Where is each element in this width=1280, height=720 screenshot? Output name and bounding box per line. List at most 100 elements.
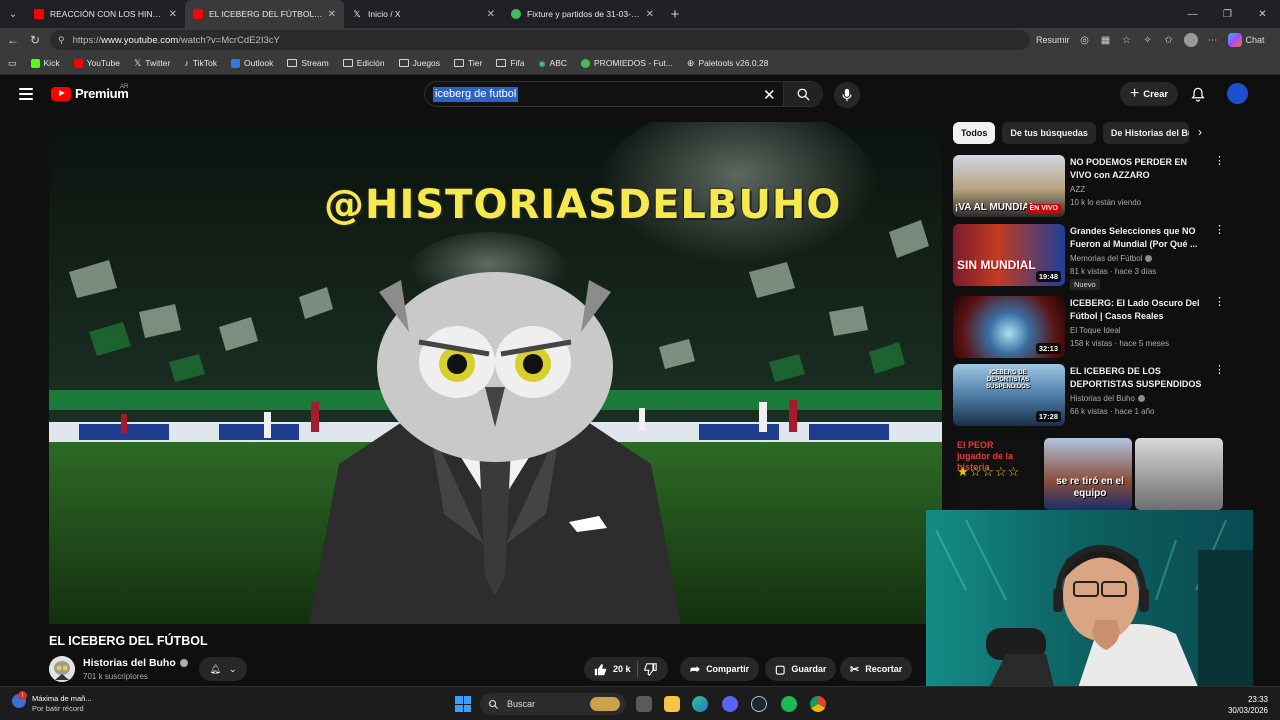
youtube-logo[interactable]: Premium bbox=[51, 86, 129, 101]
more-vert-icon[interactable]: ⋮ bbox=[1214, 365, 1225, 376]
video-thumbnail[interactable]: 32:13 bbox=[953, 296, 1065, 358]
tab-3[interactable]: 𝕏 Inicio / X ✕ bbox=[344, 0, 503, 28]
short-item[interactable] bbox=[1135, 438, 1223, 510]
recommendation-channel[interactable]: Memorias del Fútbol bbox=[1070, 254, 1153, 263]
bookmark-edicion[interactable]: Edición bbox=[342, 58, 385, 68]
back-icon[interactable]: ← bbox=[2, 28, 24, 52]
channel-avatar[interactable] bbox=[49, 656, 75, 682]
extensions-icon[interactable]: ✧ bbox=[1142, 34, 1154, 46]
more-vert-icon[interactable]: ⋮ bbox=[1214, 225, 1225, 236]
recommendation-title[interactable]: ICEBERG: El Lado Oscuro Del Fútbol | Cas… bbox=[1070, 297, 1208, 323]
system-clock[interactable]: 23:33 30/03/2026 bbox=[1228, 694, 1268, 716]
video-player[interactable]: @HISTORIASDELBUHO bbox=[49, 122, 942, 624]
file-explorer-icon[interactable] bbox=[664, 696, 680, 712]
close-window-icon[interactable]: ✕ bbox=[1245, 0, 1280, 28]
windows-start-icon[interactable] bbox=[455, 696, 471, 712]
chip-de-historias-del-buho[interactable]: De Historias del Buho bbox=[1102, 122, 1189, 144]
more-vert-icon[interactable]: ⋮ bbox=[1214, 297, 1225, 308]
recommendation-item[interactable]: SIN MUNDIAL 19:48 Grandes Selecciones qu… bbox=[953, 224, 1228, 290]
close-icon[interactable]: ✕ bbox=[328, 9, 336, 20]
summarize-icon[interactable]: ◎ bbox=[1079, 34, 1091, 46]
minimize-icon[interactable]: — bbox=[1175, 0, 1210, 28]
chrome-icon[interactable] bbox=[810, 696, 826, 712]
short-item[interactable]: El PEOR jugador de la historia ★☆☆☆☆ bbox=[953, 438, 1041, 510]
recommendation-channel[interactable]: AZZ bbox=[1070, 185, 1085, 194]
chip-todos[interactable]: Todos bbox=[953, 122, 996, 144]
spotify-icon[interactable] bbox=[781, 696, 797, 712]
notifications-bell-icon[interactable] bbox=[1189, 85, 1207, 103]
bookmark-tiktok[interactable]: ♪ TikTok bbox=[184, 58, 217, 68]
tab-4[interactable]: Fixture y partidos de 31-03-2026 d ✕ bbox=[503, 0, 662, 28]
chip-de-tus-busquedas[interactable]: De tus búsquedas bbox=[1002, 122, 1096, 144]
tab-actions-menu[interactable]: ⌄ bbox=[0, 0, 26, 28]
recommendation-item[interactable]: ICEBERG DE DEPORTISTAS SUSPENDIDOS 17:28… bbox=[953, 364, 1228, 426]
bookmark-abc[interactable]: ◉ ABC bbox=[539, 58, 567, 68]
bookmark-promiedos[interactable]: PROMIEDOS - Fut... bbox=[581, 58, 673, 68]
sidebar-toggle-icon[interactable]: ▭ bbox=[8, 58, 17, 69]
search-input[interactable]: iceberg de futbol bbox=[433, 87, 519, 102]
taskbar-search[interactable]: Buscar bbox=[480, 693, 626, 715]
more-vert-icon[interactable]: ⋮ bbox=[1214, 156, 1225, 167]
favorite-star-icon[interactable]: ☆ bbox=[1121, 34, 1133, 46]
tab-2-active[interactable]: EL ICEBERG DEL FÚTBOL - YouTube ✕ bbox=[185, 0, 344, 28]
restore-icon[interactable]: ❐ bbox=[1210, 0, 1245, 28]
split-screen-icon[interactable]: ▦ bbox=[1100, 34, 1112, 46]
recommendation-title[interactable]: Grandes Selecciones que NO Fueron al Mun… bbox=[1070, 225, 1208, 251]
tab-1[interactable]: REACCIÓN CON LOS HINCHAS / R ✕ bbox=[26, 0, 185, 28]
recommendation-item[interactable]: 32:13 ICEBERG: El Lado Oscuro Del Fútbol… bbox=[953, 296, 1228, 358]
create-button[interactable]: + Crear bbox=[1120, 82, 1178, 106]
clear-search-icon[interactable]: ✕ bbox=[763, 86, 776, 104]
bookmark-paletools[interactable]: ⊕ Paletools v26.0.28 bbox=[687, 58, 769, 69]
thumbs-down-icon[interactable] bbox=[643, 662, 657, 676]
menu-icon[interactable] bbox=[19, 88, 33, 100]
chat-button[interactable]: Chat bbox=[1227, 33, 1265, 47]
recommendation-meta: 81 k vistas · hace 3 días bbox=[1070, 267, 1157, 276]
recommendation-title[interactable]: NO PODEMOS PERDER EN VIVO con AZZARO bbox=[1070, 156, 1208, 182]
bookmark-fifa[interactable]: Fifa bbox=[496, 58, 525, 68]
close-icon[interactable]: ✕ bbox=[487, 9, 495, 20]
recommendation-channel[interactable]: El Toque Ideal bbox=[1070, 326, 1121, 335]
new-badge: Nuevo bbox=[1070, 279, 1100, 290]
subscription-notifications-button[interactable]: 🔔︎ ⌄ bbox=[199, 657, 247, 681]
edge-icon[interactable] bbox=[692, 696, 708, 712]
video-thumbnail[interactable]: SIN MUNDIAL 19:48 bbox=[953, 224, 1065, 286]
bookmark-tier[interactable]: Tier bbox=[454, 58, 482, 68]
voice-search-button[interactable] bbox=[834, 82, 860, 108]
resumir-button[interactable]: Resumir bbox=[1036, 35, 1070, 45]
short-item[interactable]: se re tiró en el equipo bbox=[1044, 438, 1132, 510]
site-info-icon[interactable]: ⚲ bbox=[58, 35, 65, 46]
weather-widget[interactable]: ! Máxima de mañ... Por batir récord bbox=[12, 691, 92, 714]
bookmark-label: Twitter bbox=[145, 58, 171, 68]
bookmark-juegos[interactable]: Juegos bbox=[398, 58, 440, 68]
bookmark-label: Edición bbox=[356, 58, 385, 68]
url-field[interactable]: ⚲ https:// www.youtube.com /watch?v=McrC… bbox=[50, 30, 1030, 50]
bookmark-outlook[interactable]: Outlook bbox=[231, 58, 273, 68]
chevron-right-icon[interactable]: › bbox=[1198, 125, 1202, 139]
like-button[interactable]: 20 k bbox=[594, 663, 631, 676]
steam-icon[interactable] bbox=[751, 696, 767, 712]
reload-icon[interactable]: ↻ bbox=[24, 28, 46, 52]
close-icon[interactable]: ✕ bbox=[169, 9, 177, 20]
clip-button[interactable]: ✂ Recortar bbox=[840, 657, 913, 681]
task-view-icon[interactable] bbox=[636, 696, 652, 712]
recommendation-item[interactable]: ¡VA AL MUNDIAL EN VIVO NO PODEMOS PERDER… bbox=[953, 155, 1228, 217]
video-thumbnail[interactable]: ¡VA AL MUNDIAL EN VIVO bbox=[953, 155, 1065, 217]
bookmark-youtube[interactable]: YouTube bbox=[73, 58, 120, 68]
recommendation-title[interactable]: EL ICEBERG DE LOS DEPORTISTAS SUSPENDIDO… bbox=[1070, 365, 1208, 391]
recommendation-channel[interactable]: Historias del Buho bbox=[1070, 394, 1145, 403]
close-icon[interactable]: ✕ bbox=[646, 9, 654, 20]
collections-icon[interactable]: ✩ bbox=[1163, 34, 1175, 46]
new-tab-button[interactable]: + bbox=[662, 0, 688, 28]
save-button[interactable]: ▢ Guardar bbox=[765, 657, 837, 681]
bookmark-stream[interactable]: Stream bbox=[287, 58, 329, 68]
bookmark-twitter[interactable]: 𝕏 Twitter bbox=[134, 58, 170, 69]
video-thumbnail[interactable]: ICEBERG DE DEPORTISTAS SUSPENDIDOS 17:28 bbox=[953, 364, 1065, 426]
profile-avatar[interactable] bbox=[1183, 33, 1198, 47]
search-button[interactable] bbox=[783, 82, 823, 106]
discord-icon[interactable] bbox=[722, 696, 738, 712]
account-avatar[interactable] bbox=[1227, 83, 1248, 104]
more-menu-icon[interactable]: ⋯ bbox=[1207, 34, 1219, 46]
share-button[interactable]: ➦ Compartir bbox=[680, 657, 760, 681]
channel-name-link[interactable]: Historias del Buho bbox=[83, 657, 188, 669]
bookmark-kick[interactable]: Kick bbox=[30, 58, 60, 68]
